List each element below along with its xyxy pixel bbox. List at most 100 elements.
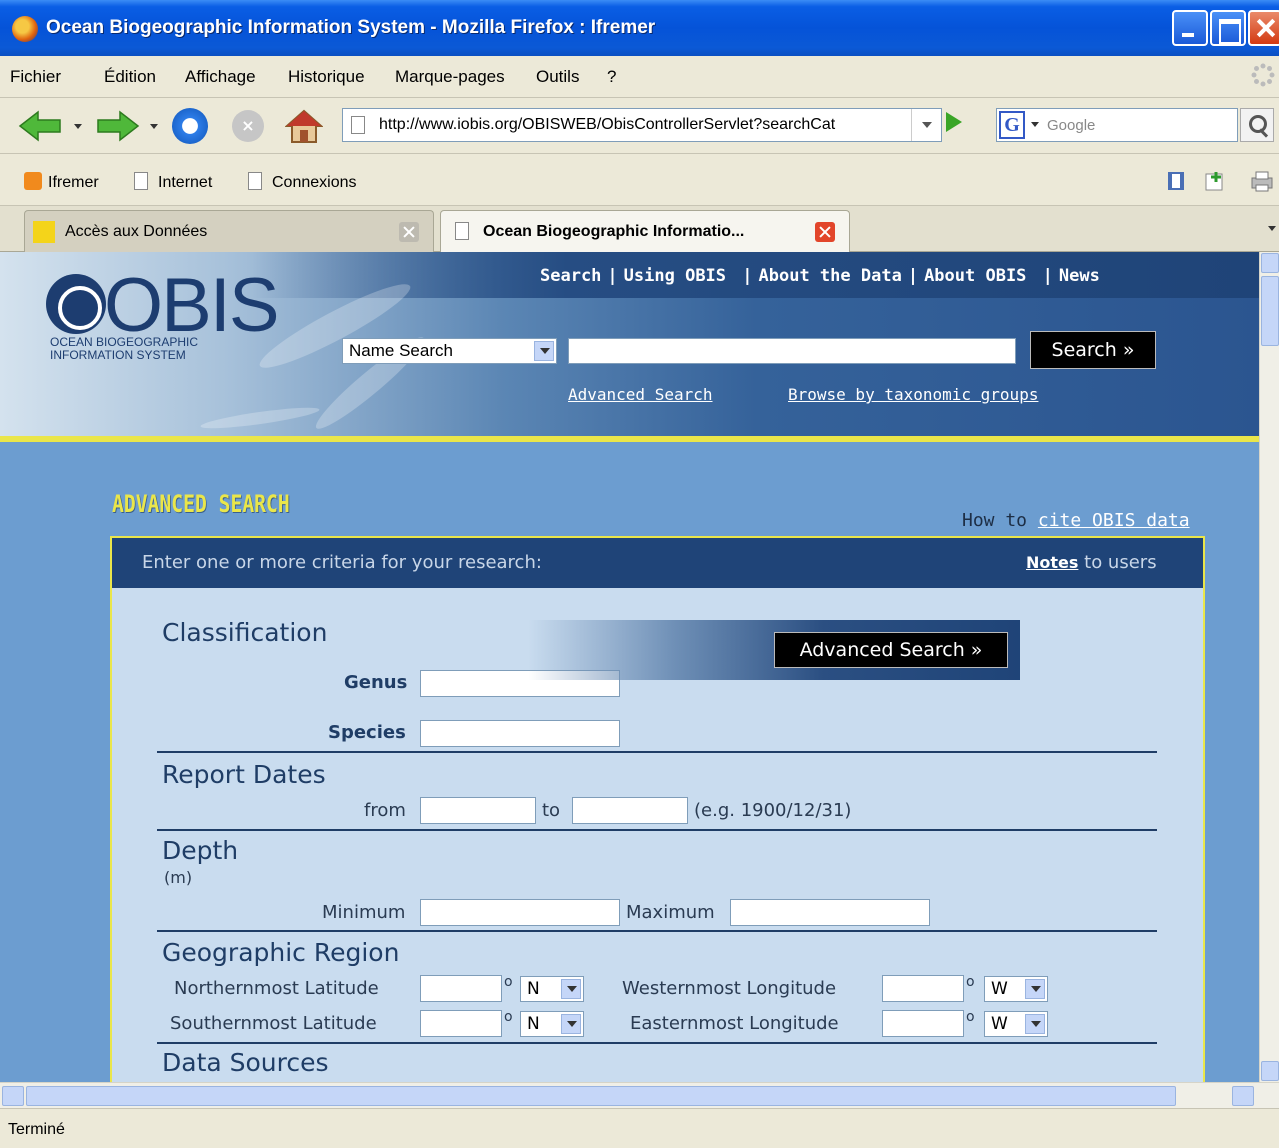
menu-help[interactable]: ? bbox=[607, 67, 616, 87]
south-lat-dir-select[interactable]: N bbox=[520, 1011, 584, 1037]
date-from-input[interactable] bbox=[420, 797, 536, 824]
back-icon[interactable] bbox=[18, 110, 62, 142]
depth-max-input[interactable] bbox=[730, 899, 930, 926]
search-type-select[interactable]: Name Search bbox=[342, 338, 557, 364]
scroll-thumb[interactable] bbox=[26, 1086, 1176, 1106]
nav-news[interactable]: News bbox=[1059, 266, 1100, 286]
chevron-down-icon[interactable] bbox=[1025, 979, 1045, 999]
section-data-sources: Data Sources bbox=[162, 1048, 329, 1077]
scroll-right-button[interactable] bbox=[1232, 1086, 1254, 1106]
depth-min-input[interactable] bbox=[420, 899, 620, 926]
east-lon-dir-select[interactable]: W bbox=[984, 1011, 1048, 1037]
url-history-dropdown[interactable] bbox=[911, 109, 941, 141]
section-classification: Classification bbox=[162, 618, 328, 647]
nav-about-obis[interactable]: About OBIS bbox=[924, 266, 1026, 286]
north-lat-label: Northernmost Latitude bbox=[174, 978, 379, 999]
chevron-down-icon[interactable] bbox=[534, 341, 554, 361]
minimize-button[interactable] bbox=[1172, 10, 1208, 46]
scroll-down-button[interactable] bbox=[1261, 1061, 1279, 1081]
nav-search[interactable]: Search bbox=[540, 266, 601, 286]
north-lat-input[interactable] bbox=[420, 975, 502, 1002]
chevron-down-icon[interactable] bbox=[1025, 1014, 1045, 1034]
depth-unit: (m) bbox=[164, 868, 193, 887]
page-icon bbox=[134, 172, 148, 190]
close-tab-icon[interactable] bbox=[399, 222, 419, 242]
page-icon bbox=[248, 172, 262, 190]
obis-top-nav: Search | Using OBIS | About the Data | About … bbox=[540, 266, 1100, 286]
menu-fichier[interactable]: Fichier bbox=[10, 67, 61, 87]
nav-using-obis[interactable]: Using OBIS bbox=[624, 266, 726, 286]
tab-acces-donnees[interactable]: Accès aux Données bbox=[24, 210, 434, 252]
back-history-caret[interactable] bbox=[74, 124, 82, 129]
east-lon-label: Easternmost Longitude bbox=[630, 1013, 839, 1034]
stop-icon[interactable]: × bbox=[232, 110, 264, 142]
bookmarks-toolbar: Ifremer Internet Connexions bbox=[0, 154, 1279, 206]
scroll-thumb[interactable] bbox=[1261, 276, 1279, 346]
horizontal-scrollbar[interactable] bbox=[0, 1082, 1279, 1108]
search-engine-caret[interactable] bbox=[1031, 122, 1039, 127]
web-search-box[interactable]: G Google bbox=[996, 108, 1238, 142]
menu-outils[interactable]: Outils bbox=[536, 67, 579, 87]
menu-historique[interactable]: Historique bbox=[288, 67, 365, 87]
menu-marque-pages[interactable]: Marque-pages bbox=[395, 67, 505, 87]
notes-link[interactable]: Notes bbox=[1026, 553, 1078, 572]
google-engine-icon[interactable]: G bbox=[999, 111, 1025, 139]
menu-bar: Fichier Édition Affichage Historique Mar… bbox=[0, 56, 1279, 98]
forward-history-caret[interactable] bbox=[150, 124, 158, 129]
degree-symbol: o bbox=[504, 974, 513, 990]
advanced-search-panel: Enter one or more criteria for your rese… bbox=[110, 536, 1205, 1082]
search-button[interactable]: Search » bbox=[1030, 331, 1156, 369]
date-example: (e.g. 1900/12/31) bbox=[694, 800, 852, 821]
species-input[interactable] bbox=[420, 720, 620, 747]
tab-obis[interactable]: Ocean Biogeographic Informatio... bbox=[440, 210, 850, 253]
home-icon[interactable] bbox=[285, 108, 323, 144]
section-report-dates: Report Dates bbox=[162, 760, 326, 789]
maximum-label: Maximum bbox=[626, 902, 715, 923]
maximize-button[interactable] bbox=[1210, 10, 1246, 46]
west-lon-dir-select[interactable]: W bbox=[984, 976, 1048, 1002]
minimum-label: Minimum bbox=[322, 902, 406, 923]
advanced-search-link[interactable]: Advanced Search bbox=[568, 385, 713, 404]
date-to-input[interactable] bbox=[572, 797, 688, 824]
page-icon bbox=[351, 116, 365, 134]
cite-obis-link[interactable]: cite OBIS data bbox=[1038, 510, 1190, 531]
reload-icon[interactable] bbox=[172, 108, 208, 144]
throbber-icon bbox=[1251, 63, 1275, 87]
nav-about-data[interactable]: About the Data bbox=[759, 266, 902, 286]
advanced-search-button[interactable]: Advanced Search » bbox=[774, 632, 1008, 668]
scroll-left-button[interactable] bbox=[2, 1086, 24, 1106]
menu-affichage[interactable]: Affichage bbox=[185, 67, 256, 87]
search-icon[interactable] bbox=[1240, 108, 1274, 142]
vertical-scrollbar[interactable] bbox=[1259, 252, 1279, 1082]
window-title: Ocean Biogeographic Information System -… bbox=[46, 17, 656, 38]
chevron-down-icon[interactable] bbox=[561, 1014, 581, 1034]
criteria-text: Enter one or more criteria for your rese… bbox=[142, 552, 542, 573]
tab-list-caret[interactable] bbox=[1268, 226, 1276, 231]
west-lon-input[interactable] bbox=[882, 975, 964, 1002]
url-bar[interactable]: http://www.iobis.org/OBISWEB/ObisControl… bbox=[342, 108, 942, 142]
notes-line: Notes to users bbox=[1026, 552, 1157, 573]
status-bar: Terminé bbox=[0, 1108, 1279, 1148]
obis-header: OBIS OCEAN BIOGEOGRAPHIC INFORMATION SYS… bbox=[0, 252, 1259, 442]
chevron-down-icon[interactable] bbox=[561, 979, 581, 999]
bookmark-manager-icon[interactable] bbox=[1166, 170, 1186, 192]
scroll-up-button[interactable] bbox=[1261, 253, 1279, 273]
print-icon[interactable] bbox=[1250, 170, 1274, 192]
bookmark-ifremer[interactable]: Ifremer bbox=[24, 172, 99, 192]
south-lat-input[interactable] bbox=[420, 1010, 502, 1037]
url-text[interactable]: http://www.iobis.org/OBISWEB/ObisControl… bbox=[379, 116, 909, 134]
add-bookmark-icon[interactable] bbox=[1204, 170, 1226, 192]
bookmark-internet[interactable]: Internet bbox=[134, 172, 212, 192]
section-depth: Depth bbox=[162, 836, 239, 865]
close-window-button[interactable] bbox=[1248, 10, 1279, 46]
east-lon-input[interactable] bbox=[882, 1010, 964, 1037]
bookmark-connexions[interactable]: Connexions bbox=[248, 172, 357, 192]
north-lat-dir-select[interactable]: N bbox=[520, 976, 584, 1002]
browse-taxonomic-link[interactable]: Browse by taxonomic groups bbox=[788, 385, 1038, 404]
forward-icon[interactable] bbox=[96, 110, 140, 142]
name-search-input[interactable] bbox=[568, 338, 1016, 364]
menu-edition[interactable]: Édition bbox=[104, 67, 156, 87]
close-tab-icon[interactable] bbox=[815, 222, 835, 242]
go-icon[interactable] bbox=[946, 112, 962, 132]
tab-bar: Accès aux Données Ocean Biogeographic In… bbox=[0, 206, 1279, 253]
